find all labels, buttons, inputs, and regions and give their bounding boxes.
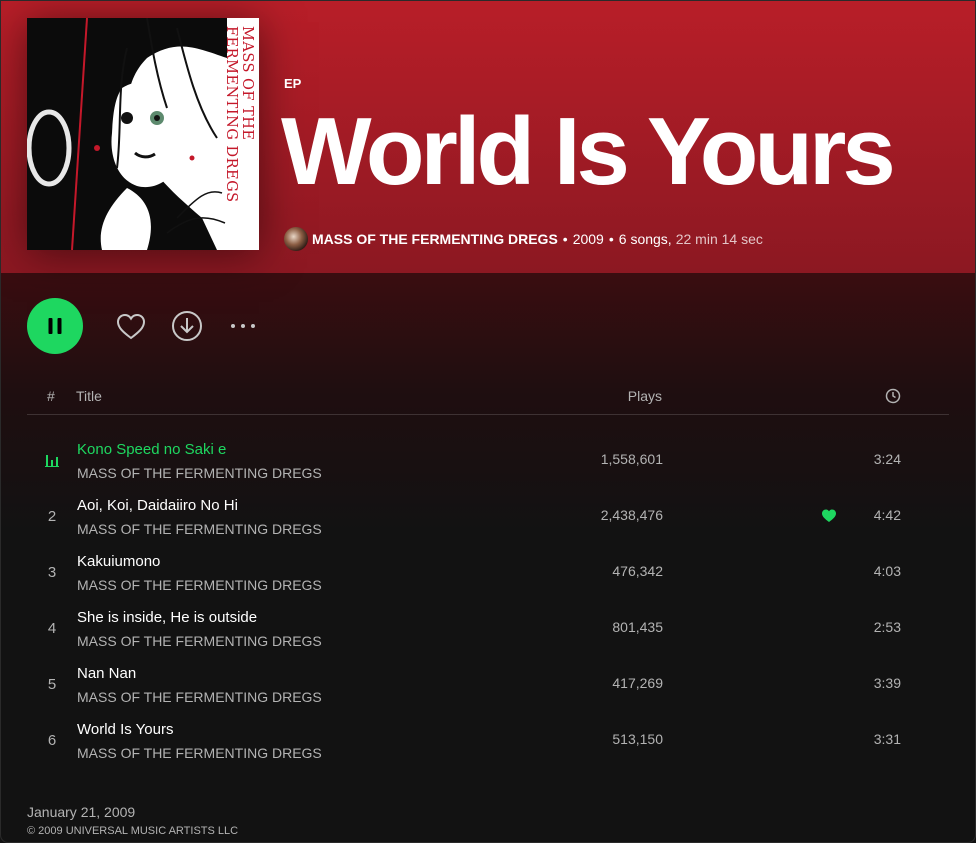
- album-cover: MASS OF THE FERMENTING DREGS: [27, 18, 259, 250]
- pause-icon: [48, 318, 62, 334]
- more-options-button[interactable]: [225, 311, 261, 341]
- pause-button[interactable]: [27, 298, 83, 354]
- track-duration: 2:53: [873, 619, 901, 635]
- track-title[interactable]: She is inside, He is outside: [77, 609, 257, 626]
- liked-heart-icon[interactable]: [821, 508, 837, 529]
- track-number: 4: [47, 619, 57, 637]
- track-row[interactable]: Kono Speed no Saki e MASS OF THE FERMENTI…: [27, 432, 949, 488]
- track-row[interactable]: 5 Nan Nan MASS OF THE FERMENTING DREGS 417,…: [27, 656, 949, 712]
- track-duration: 3:39: [873, 675, 901, 691]
- track-artist-link[interactable]: MASS OF THE FERMENTING DREGS: [77, 633, 322, 649]
- column-title-header[interactable]: Title: [76, 388, 102, 404]
- clock-icon: [885, 388, 901, 404]
- release-date: January 21, 2009: [27, 804, 136, 820]
- separator-dot: •: [608, 231, 614, 247]
- track-number: 5: [47, 675, 57, 693]
- track-list-header: # Title Plays: [27, 381, 949, 415]
- save-to-library-button[interactable]: [113, 309, 149, 345]
- cover-artist-text: MASS OF THE FERMENTING DREGS: [223, 26, 255, 203]
- download-icon: [172, 311, 202, 341]
- track-duration: 4:42: [873, 507, 901, 523]
- track-plays: 801,435: [612, 619, 663, 635]
- track-artist-link[interactable]: MASS OF THE FERMENTING DREGS: [77, 689, 322, 705]
- track-artist-link[interactable]: MASS OF THE FERMENTING DREGS: [77, 577, 322, 593]
- track-row[interactable]: 3 Kakuiumono MASS OF THE FERMENTING DREGS 4…: [27, 544, 949, 600]
- column-number-header: #: [47, 388, 55, 404]
- track-row[interactable]: 4 She is inside, He is outside MASS OF THE…: [27, 600, 949, 656]
- track-number: 6: [47, 731, 57, 749]
- copyright: © 2009 UNIVERSAL MUSIC ARTISTS LLC: [27, 825, 239, 837]
- album-meta: MASS OF THE FERMENTING DREGS • 2009 • 6 …: [284, 227, 763, 251]
- column-plays-header: Plays: [627, 388, 662, 404]
- track-duration: 3:31: [873, 731, 901, 747]
- column-duration-header: [885, 388, 901, 407]
- total-duration: 22 min 14 sec: [675, 231, 763, 247]
- download-button[interactable]: [169, 308, 205, 344]
- track-plays: 417,269: [612, 675, 663, 691]
- track-plays: 513,150: [612, 731, 663, 747]
- track-number: 3: [47, 563, 57, 581]
- artist-avatar: [284, 227, 308, 251]
- album-title: World Is Yours: [281, 98, 896, 205]
- track-duration: 3:24: [873, 451, 901, 467]
- track-title[interactable]: Nan Nan: [77, 665, 136, 682]
- song-count: 6 songs,: [618, 231, 672, 247]
- album-type-label: EP: [284, 76, 302, 91]
- release-year: 2009: [572, 231, 604, 247]
- now-playing-equalizer-icon: [27, 432, 77, 488]
- track-plays: 476,342: [612, 563, 663, 579]
- track-title[interactable]: Kakuiumono: [77, 553, 160, 570]
- album-page: MASS OF THE FERMENTING DREGS EP World Is…: [0, 0, 976, 843]
- track-title[interactable]: World Is Yours: [77, 721, 173, 738]
- track-artist-link[interactable]: MASS OF THE FERMENTING DREGS: [77, 745, 322, 761]
- track-title[interactable]: Kono Speed no Saki e: [77, 441, 226, 458]
- track-plays: 2,438,476: [600, 507, 663, 523]
- track-duration: 4:03: [873, 563, 901, 579]
- heart-outline-icon: [116, 313, 146, 340]
- track-number: 2: [47, 507, 57, 525]
- more-icon: [231, 324, 255, 328]
- track-plays: 1,558,601: [600, 451, 663, 467]
- track-row[interactable]: 6 World Is Yours MASS OF THE FERMENTING DR…: [27, 712, 949, 768]
- track-title[interactable]: Aoi, Koi, Daidaiiro No Hi: [77, 497, 238, 514]
- track-row[interactable]: 2 Aoi, Koi, Daidaiiro No Hi MASS OF THE FE…: [27, 488, 949, 544]
- artist-link[interactable]: MASS OF THE FERMENTING DREGS: [312, 231, 558, 247]
- separator-dot: •: [562, 231, 568, 247]
- track-artist-link[interactable]: MASS OF THE FERMENTING DREGS: [77, 521, 322, 537]
- track-artist-link[interactable]: MASS OF THE FERMENTING DREGS: [77, 465, 322, 481]
